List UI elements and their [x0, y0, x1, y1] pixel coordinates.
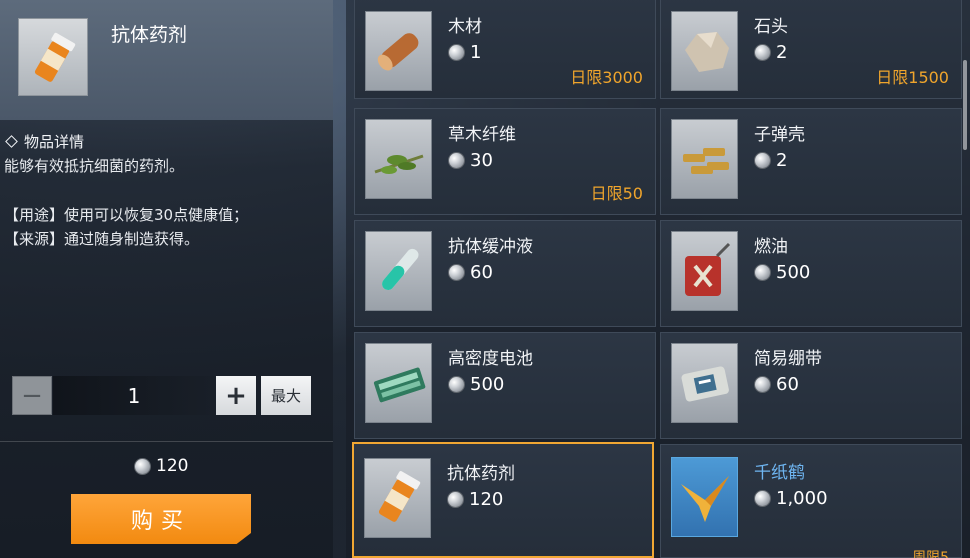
- coin-icon: [134, 457, 151, 475]
- item-price: 2: [754, 42, 787, 63]
- coin-icon: [448, 44, 465, 61]
- detail-description: 能够有效抵抗细菌的药剂。: [4, 157, 185, 175]
- detail-section-header: 物品详情: [4, 131, 84, 152]
- buy-button[interactable]: 购买: [71, 494, 251, 544]
- item-thumbnail: [364, 458, 431, 538]
- shop-item-card[interactable]: 抗体缓冲液 60: [354, 220, 656, 327]
- coin-icon: [754, 490, 771, 507]
- item-thumbnail: [671, 231, 738, 311]
- coin-icon: [754, 376, 771, 393]
- item-daily-limit: 日限3000: [570, 68, 643, 87]
- item-price: 1: [448, 42, 481, 63]
- item-price-value: 1,000: [776, 488, 828, 509]
- detail-item-name: 抗体药剂: [111, 24, 188, 46]
- item-name: 草木纤维: [448, 125, 516, 145]
- diamond-icon: [5, 135, 18, 148]
- test-tube-icon: [382, 248, 419, 291]
- detail-source: 【来源】通过随身制造获得。: [4, 230, 200, 248]
- item-daily-limit: 日限1500: [876, 68, 949, 87]
- item-price-value: 500: [776, 262, 811, 283]
- medicine-bottle-icon: [378, 471, 421, 522]
- item-price: 60: [448, 262, 493, 283]
- shop-item-list[interactable]: 木材 1 日限3000 石头 2 日限1500 草木纤维 30 日限50 子弹壳…: [346, 0, 970, 558]
- item-name: 简易绷带: [754, 349, 822, 369]
- item-thumbnail: [671, 457, 738, 537]
- item-price-value: 1: [470, 42, 482, 63]
- paper-crane-icon: [681, 476, 729, 522]
- item-thumbnail: [671, 343, 738, 423]
- total-price-value: 120: [156, 456, 189, 476]
- item-daily-limit: 日限50: [590, 184, 643, 203]
- total-price: 120: [134, 456, 188, 476]
- shop-item-card[interactable]: 草木纤维 30 日限50: [354, 108, 656, 215]
- coin-icon: [447, 491, 464, 508]
- item-price-value: 120: [469, 489, 504, 510]
- quantity-increase-button[interactable]: +: [216, 376, 256, 415]
- item-name: 高密度电池: [448, 349, 533, 369]
- fuel-can-icon: [685, 242, 731, 296]
- list-scrollbar[interactable]: [963, 60, 967, 150]
- coin-icon: [754, 152, 771, 169]
- coin-icon: [754, 264, 771, 281]
- item-thumbnail: [365, 231, 432, 311]
- item-name: 子弹壳: [754, 125, 805, 145]
- coin-icon: [754, 44, 771, 61]
- shop-item-card[interactable]: 燃油 500: [660, 220, 962, 327]
- item-price: 30: [448, 150, 493, 171]
- item-price-value: 2: [776, 150, 788, 171]
- divider: [0, 441, 333, 442]
- coin-icon: [448, 376, 465, 393]
- item-detail-panel: 抗体药剂 物品详情 能够有效抵抗细菌的药剂。 【用途】使用可以恢复30点健康值；…: [0, 0, 333, 558]
- item-name: 燃油: [754, 237, 788, 257]
- item-name: 石头: [754, 17, 788, 37]
- wood-log-icon: [377, 33, 419, 71]
- item-thumbnail: [671, 119, 738, 199]
- item-name: 千纸鹤: [754, 463, 805, 483]
- shop-item-card[interactable]: 木材 1 日限3000: [354, 0, 656, 99]
- quantity-input[interactable]: 1: [53, 376, 215, 415]
- shop-item-card[interactable]: 石头 2 日限1500: [660, 0, 962, 99]
- item-price: 500: [448, 374, 504, 395]
- detail-usage: 【用途】使用可以恢复30点健康值；: [4, 206, 249, 224]
- quantity-max-button[interactable]: 最大: [261, 376, 311, 415]
- coin-icon: [448, 264, 465, 281]
- item-price: 120: [447, 489, 503, 510]
- item-thumbnail: [365, 119, 432, 199]
- shop-item-card[interactable]: 高密度电池 500: [354, 332, 656, 439]
- item-price-value: 60: [776, 374, 799, 395]
- shop-item-card[interactable]: 千纸鹤 1,000 周限5: [660, 444, 962, 558]
- battery-icon: [373, 367, 426, 403]
- item-price: 500: [754, 262, 810, 283]
- shop-item-card[interactable]: 简易绷带 60: [660, 332, 962, 439]
- shop-item-card[interactable]: 子弹壳 2: [660, 108, 962, 215]
- detail-item-thumbnail: [18, 18, 88, 96]
- item-price: 2: [754, 150, 787, 171]
- medicine-bottle-icon: [34, 32, 76, 82]
- item-price-value: 60: [470, 262, 493, 283]
- item-weekly-limit: 周限5: [912, 550, 949, 558]
- plant-fiber-icon: [374, 154, 424, 174]
- quantity-decrease-button[interactable]: −: [12, 376, 52, 415]
- coin-icon: [448, 152, 465, 169]
- bandage-icon: [681, 366, 729, 402]
- item-name: 抗体药剂: [447, 464, 515, 484]
- item-price-value: 500: [470, 374, 505, 395]
- item-price: 1,000: [754, 488, 828, 509]
- item-name: 木材: [448, 17, 482, 37]
- item-price-value: 2: [776, 42, 788, 63]
- bullet-casing-icon: [683, 148, 729, 174]
- shop-item-card-selected[interactable]: 抗体药剂 120: [352, 442, 654, 558]
- item-price: 60: [754, 374, 799, 395]
- item-thumbnail: [365, 11, 432, 91]
- item-name: 抗体缓冲液: [448, 237, 533, 257]
- detail-section-title: 物品详情: [24, 133, 85, 151]
- item-price-value: 30: [470, 150, 493, 171]
- item-thumbnail: [671, 11, 738, 91]
- stone-icon: [685, 32, 729, 72]
- item-thumbnail: [365, 343, 432, 423]
